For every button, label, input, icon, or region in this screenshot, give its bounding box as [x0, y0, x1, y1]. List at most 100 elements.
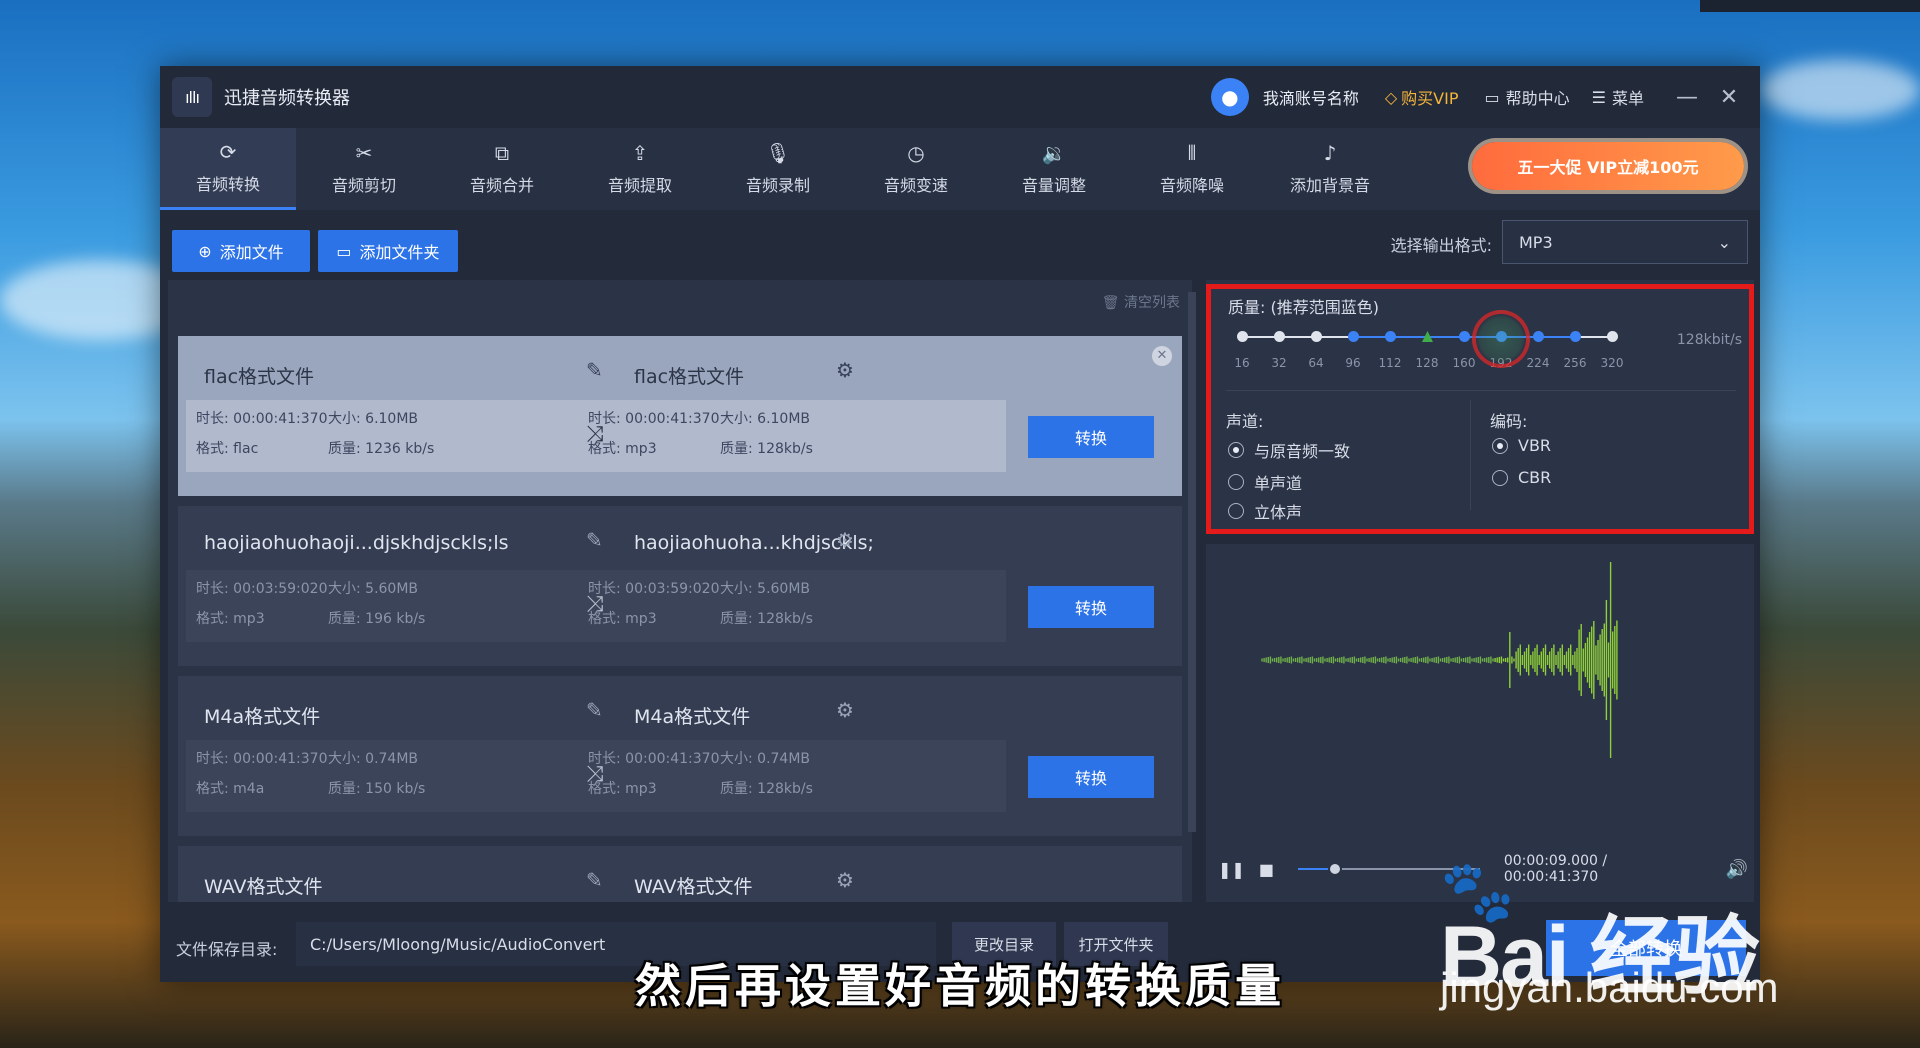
quality-tick[interactable] — [1274, 331, 1285, 342]
output-size: 大小: 5.60MB — [720, 581, 811, 597]
edit-icon[interactable]: ✎ — [586, 698, 603, 722]
stop-icon[interactable]: ■ — [1259, 860, 1274, 879]
quality-tick[interactable] — [1607, 331, 1618, 342]
output-duration: 时长: 00:00:41:370 — [588, 411, 720, 427]
edit-icon[interactable]: ✎ — [586, 868, 603, 892]
encoding-option[interactable]: VBR — [1492, 436, 1551, 455]
output-size: 大小: 6.10MB — [720, 411, 811, 427]
quality-tick-label: 16 — [1234, 356, 1250, 370]
output-file-name: WAV格式文件 — [634, 876, 753, 898]
refresh-icon: ⟳ — [219, 139, 237, 164]
source-duration: 时长: 00:00:41:370 — [196, 411, 328, 427]
source-file-name: haojiaohuohaoji...djskhdjsckls;ls — [204, 532, 509, 554]
output-file-name: M4a格式文件 — [634, 706, 751, 728]
scissors-icon: ✂ — [355, 141, 373, 165]
tool-audio-merge[interactable]: ⧉ 音频合并 — [434, 128, 570, 210]
quality-tick-label: 32 — [1271, 356, 1287, 370]
desktop-taskbar-edge — [1700, 0, 1920, 12]
playback-progress-knob[interactable] — [1327, 862, 1342, 876]
output-format-select[interactable]: MP3 ⌄ — [1502, 220, 1748, 264]
music-note-icon: ♪ — [1323, 141, 1337, 165]
output-format: 格式: mp3 — [588, 611, 657, 627]
account-name[interactable]: 我滴账号名称 — [1263, 85, 1359, 109]
encoding-option[interactable]: CBR — [1492, 468, 1551, 487]
file-item[interactable]: flac格式文件 ✎ flac格式文件 ⚙ ✕ 时长: 00:00:41:370… — [178, 336, 1182, 496]
channel-option-label: 立体声 — [1254, 503, 1303, 520]
add-file-button[interactable]: ⊕ 添加文件 — [172, 230, 310, 272]
file-list-scrollbar[interactable] — [1188, 292, 1196, 832]
edit-icon[interactable]: ✎ — [586, 358, 603, 382]
promo-banner[interactable]: 五一大促 VIP立减100元 — [1472, 142, 1744, 190]
tool-label: 音频降噪 — [1159, 176, 1224, 195]
menu-button[interactable]: ☰ 菜单 — [1592, 85, 1644, 109]
quality-tick[interactable] — [1348, 331, 1359, 342]
microphone-icon: 🎙 — [765, 141, 791, 165]
quality-settings-panel: 质量: (推荐范围蓝色) 163264961121281601922242563… — [1206, 280, 1754, 534]
tool-audio-convert[interactable]: ⟳ 音频转换 — [160, 128, 296, 210]
output-format-value: MP3 — [1519, 232, 1553, 252]
user-avatar-icon[interactable]: ● — [1210, 78, 1249, 116]
tool-volume-adjust[interactable]: 🔉 音量调整 — [986, 128, 1122, 210]
close-window-button[interactable]: ✕ — [1708, 85, 1750, 110]
minimize-button[interactable]: — — [1666, 85, 1708, 110]
encoding-option-label: VBR — [1518, 436, 1552, 455]
tool-audio-record[interactable]: 🎙 音频录制 — [710, 128, 846, 210]
channel-option-label: 与原音频一致 — [1254, 442, 1351, 461]
quality-tick[interactable] — [1237, 331, 1248, 342]
file-item[interactable]: M4a格式文件 ✎ M4a格式文件 ⚙ 时长: 00:00:41:370 大小:… — [178, 676, 1182, 836]
quality-tick[interactable] — [1570, 331, 1581, 342]
title-bar: ıllı 迅捷音频转换器 ● 我滴账号名称 ◇ 购买VIP ▭ 帮助中心 ☰ 菜… — [160, 66, 1760, 128]
pause-icon[interactable]: ❚❚ — [1218, 860, 1245, 879]
output-quality: 质量: 128kb/s — [720, 611, 813, 627]
convert-button[interactable]: 转换 — [1028, 416, 1154, 458]
quality-tick[interactable] — [1385, 331, 1396, 342]
desktop-cloud — [1760, 60, 1920, 120]
channel-option[interactable]: 立体声 — [1228, 502, 1302, 520]
tool-add-background-music[interactable]: ♪ 添加背景音 — [1262, 128, 1398, 210]
action-bar: ⊕ 添加文件 ▭ 添加文件夹 选择输出格式: MP3 ⌄ — [160, 210, 1760, 286]
source-format: 格式: m4a — [196, 781, 265, 797]
tool-noise-reduce[interactable]: ⫴ 音频降噪 — [1124, 128, 1260, 210]
equalizer-icon: ⫴ — [1187, 141, 1197, 165]
quality-tick[interactable] — [1533, 331, 1544, 342]
speed-icon: ◷ — [907, 141, 925, 165]
add-folder-button[interactable]: ▭ 添加文件夹 — [318, 230, 458, 272]
source-quality: 质量: 150 kb/s — [328, 781, 426, 797]
edit-icon[interactable]: ✎ — [586, 528, 603, 552]
folder-icon: ▭ — [336, 241, 352, 261]
channel-option[interactable]: 单声道 — [1228, 470, 1302, 494]
tool-audio-speed[interactable]: ◷ 音频变速 — [848, 128, 984, 210]
gear-icon[interactable]: ⚙ — [836, 698, 854, 722]
convert-button[interactable]: 转换 — [1028, 756, 1154, 798]
gear-icon[interactable]: ⚙ — [836, 358, 854, 382]
convert-button[interactable]: 转换 — [1028, 586, 1154, 628]
radio-selected-icon — [1228, 442, 1244, 458]
file-item[interactable]: WAV格式文件 ✎ WAV格式文件 ⚙ — [178, 846, 1182, 902]
menu-label: 菜单 — [1611, 89, 1644, 108]
output-quality: 质量: 128kb/s — [720, 441, 813, 457]
merge-icon: ⧉ — [494, 141, 510, 165]
output-format: 格式: mp3 — [588, 441, 657, 457]
source-size: 大小: 6.10MB — [328, 411, 419, 427]
tool-audio-cut[interactable]: ✂ 音频剪切 — [296, 128, 432, 210]
clear-list-label: 清空列表 — [1124, 295, 1180, 311]
remove-file-button[interactable]: ✕ — [1152, 346, 1172, 366]
tool-label: 音频剪切 — [331, 176, 396, 195]
file-item[interactable]: haojiaohuohaoji...djskhdjsckls;ls ✎ haoj… — [178, 506, 1182, 666]
tool-audio-extract[interactable]: ⇪ 音频提取 — [572, 128, 708, 210]
clear-list-button[interactable]: 🗑 清空列表 — [1102, 292, 1180, 312]
help-center-label: 帮助中心 — [1505, 89, 1570, 108]
quality-tick[interactable] — [1311, 331, 1322, 342]
buy-vip-link[interactable]: ◇ 购买VIP — [1385, 85, 1459, 109]
gear-icon[interactable]: ⚙ — [836, 868, 854, 892]
add-folder-label: 添加文件夹 — [359, 243, 440, 262]
quality-tick-label: 160 — [1452, 356, 1476, 370]
output-duration: 时长: 00:03:59:020 — [588, 581, 720, 597]
help-center-button[interactable]: ▭ 帮助中心 — [1485, 85, 1570, 109]
channel-option[interactable]: 与原音频一致 — [1228, 438, 1350, 462]
channel-option-label: 单声道 — [1254, 474, 1303, 493]
radio-icon — [1492, 469, 1508, 486]
output-file-name: flac格式文件 — [634, 366, 745, 388]
gear-icon[interactable]: ⚙ — [836, 528, 854, 552]
quality-tick[interactable] — [1459, 331, 1470, 342]
